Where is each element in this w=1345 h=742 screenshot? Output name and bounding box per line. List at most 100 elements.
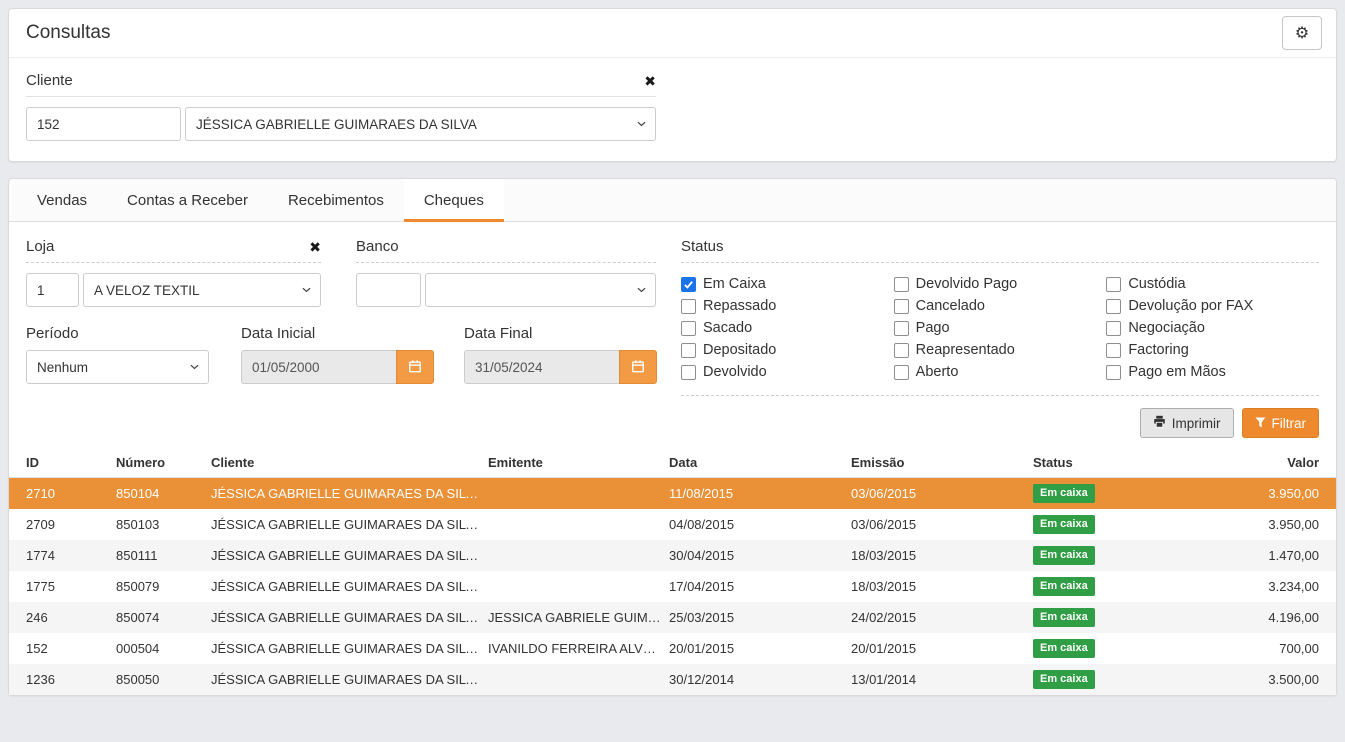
loja-select[interactable]: A VELOZ TEXTIL bbox=[83, 273, 321, 307]
client-clear-button[interactable]: ✖ bbox=[644, 74, 656, 88]
checkbox-unchecked-icon bbox=[894, 343, 909, 358]
cell-valor: 700,00 bbox=[1183, 641, 1319, 656]
status-option-cancelado[interactable]: Cancelado bbox=[894, 295, 1107, 317]
status-divider bbox=[681, 395, 1319, 396]
client-label: Cliente bbox=[26, 72, 73, 89]
imprimir-label: Imprimir bbox=[1172, 416, 1221, 431]
cell-emitente: IVANILDO FERREIRA ALVES FI... bbox=[488, 641, 669, 656]
status-option-aberto[interactable]: Aberto bbox=[894, 361, 1107, 383]
checkbox-unchecked-icon bbox=[894, 299, 909, 314]
cell-status: Em caixa bbox=[1033, 670, 1183, 688]
column-header-cliente: Cliente bbox=[211, 455, 488, 470]
client-filter-group: Cliente ✖ JÉSSICA GABRIELLE GUIMARAES DA… bbox=[26, 72, 656, 141]
cell-emitente: JESSICA GABRIELE GUIMARA... bbox=[488, 610, 669, 625]
settings-button[interactable]: ⚙ bbox=[1282, 16, 1322, 50]
cell-numero: 850050 bbox=[116, 672, 211, 687]
table-row[interactable]: 2709850103JÉSSICA GABRIELLE GUIMARAES DA… bbox=[9, 509, 1336, 540]
tab-contas-a-receber[interactable]: Contas a Receber bbox=[107, 179, 268, 222]
filter-funnel-icon bbox=[1255, 416, 1266, 431]
consultas-card: Consultas ⚙ Cliente ✖ JÉSSICA GABRIELLE … bbox=[8, 8, 1337, 162]
status-option-devolvido-pago[interactable]: Devolvido Pago bbox=[894, 273, 1107, 295]
imprimir-button[interactable]: Imprimir bbox=[1140, 408, 1234, 438]
status-option-negociacao[interactable]: Negociação bbox=[1106, 317, 1319, 339]
client-select[interactable]: JÉSSICA GABRIELLE GUIMARAES DA SILVA bbox=[185, 107, 656, 141]
status-filter-group: Status Em CaixaRepassadoSacadoDepositado… bbox=[681, 238, 1319, 396]
cell-valor: 3.950,00 bbox=[1183, 517, 1319, 532]
status-option-repassado[interactable]: Repassado bbox=[681, 295, 894, 317]
cell-status: Em caixa bbox=[1033, 639, 1183, 657]
status-badge: Em caixa bbox=[1033, 639, 1095, 657]
status-option-em-caixa[interactable]: Em Caixa bbox=[681, 273, 894, 295]
data-inicial-calendar-button[interactable] bbox=[396, 350, 434, 384]
banco-select[interactable] bbox=[425, 273, 656, 307]
status-option-custodia[interactable]: Custódia bbox=[1106, 273, 1319, 295]
loja-code-input[interactable] bbox=[26, 273, 79, 307]
client-section: Cliente ✖ JÉSSICA GABRIELLE GUIMARAES DA… bbox=[9, 58, 1336, 161]
tab-recebimentos[interactable]: Recebimentos bbox=[268, 179, 404, 222]
table-row[interactable]: 2710850104JÉSSICA GABRIELLE GUIMARAES DA… bbox=[9, 478, 1336, 509]
loja-clear-button[interactable]: ✖ bbox=[309, 240, 321, 254]
cell-cliente: JÉSSICA GABRIELLE GUIMARAES DA SILVA bbox=[211, 548, 488, 563]
status-option-label: Em Caixa bbox=[703, 276, 766, 292]
filters-section: Loja ✖ A VELOZ TEXTIL bbox=[9, 222, 1336, 438]
client-group-header: Cliente ✖ bbox=[26, 72, 656, 97]
card-header: Consultas ⚙ bbox=[9, 9, 1336, 58]
status-option-label: Depositado bbox=[703, 342, 776, 358]
clear-icon: ✖ bbox=[644, 73, 656, 89]
filters-left: Loja ✖ A VELOZ TEXTIL bbox=[26, 238, 656, 396]
cell-cliente: JÉSSICA GABRIELLE GUIMARAES DA SILVA bbox=[211, 486, 488, 501]
status-option-devolvido[interactable]: Devolvido bbox=[681, 361, 894, 383]
banco-label: Banco bbox=[356, 238, 399, 255]
status-badge: Em caixa bbox=[1033, 577, 1095, 595]
client-code-input[interactable] bbox=[26, 107, 181, 141]
tab-vendas[interactable]: Vendas bbox=[17, 179, 107, 222]
status-option-pago[interactable]: Pago bbox=[894, 317, 1107, 339]
loja-filter-group: Loja ✖ A VELOZ TEXTIL bbox=[26, 238, 321, 307]
status-option-depositado[interactable]: Depositado bbox=[681, 339, 894, 361]
cell-numero: 850074 bbox=[116, 610, 211, 625]
data-final-input[interactable] bbox=[464, 350, 619, 384]
cell-cliente: JÉSSICA GABRIELLE GUIMARAES DA SILVA bbox=[211, 641, 488, 656]
checkbox-unchecked-icon bbox=[681, 321, 696, 336]
cell-cliente: JÉSSICA GABRIELLE GUIMARAES DA SILVA bbox=[211, 579, 488, 594]
status-option-reapresentado[interactable]: Reapresentado bbox=[894, 339, 1107, 361]
status-option-label: Devolução por FAX bbox=[1128, 298, 1253, 314]
cell-valor: 3.950,00 bbox=[1183, 486, 1319, 501]
status-option-sacado[interactable]: Sacado bbox=[681, 317, 894, 339]
data-inicial-input[interactable] bbox=[241, 350, 396, 384]
status-badge: Em caixa bbox=[1033, 484, 1095, 502]
table-row[interactable]: 1775850079JÉSSICA GABRIELLE GUIMARAES DA… bbox=[9, 571, 1336, 602]
table-row[interactable]: 246850074JÉSSICA GABRIELLE GUIMARAES DA … bbox=[9, 602, 1336, 633]
cell-emissao: 18/03/2015 bbox=[851, 548, 1033, 563]
chevron-down-icon bbox=[302, 287, 311, 293]
table-row[interactable]: 1774850111JÉSSICA GABRIELLE GUIMARAES DA… bbox=[9, 540, 1336, 571]
banco-code-input[interactable] bbox=[356, 273, 421, 307]
status-option-devolucao-por-fax[interactable]: Devolução por FAX bbox=[1106, 295, 1319, 317]
table-row[interactable]: 1236850050JÉSSICA GABRIELLE GUIMARAES DA… bbox=[9, 664, 1336, 695]
status-badge: Em caixa bbox=[1033, 515, 1095, 533]
chevron-down-icon bbox=[637, 121, 646, 127]
cell-data: 30/12/2014 bbox=[669, 672, 851, 687]
status-option-label: Reapresentado bbox=[916, 342, 1015, 358]
column-header-numero: Número bbox=[116, 455, 211, 470]
periodo-select[interactable]: Nenhum bbox=[26, 350, 209, 384]
data-final-calendar-button[interactable] bbox=[619, 350, 657, 384]
table-row[interactable]: 152000504JÉSSICA GABRIELLE GUIMARAES DA … bbox=[9, 633, 1336, 664]
calendar-icon bbox=[631, 359, 645, 376]
cell-emissao: 24/02/2015 bbox=[851, 610, 1033, 625]
cell-id: 2709 bbox=[26, 517, 116, 532]
cell-numero: 850104 bbox=[116, 486, 211, 501]
status-option-label: Pago bbox=[916, 320, 950, 336]
status-checkbox-grid: Em Caixa RepassadoSacado Depositado Devolvi… bbox=[681, 273, 1319, 383]
results-card: VendasContas a ReceberRecebimentosCheque… bbox=[8, 178, 1337, 696]
loja-label: Loja bbox=[26, 238, 54, 255]
cell-valor: 3.234,00 bbox=[1183, 579, 1319, 594]
status-option-pago-em-maos[interactable]: Pago em Mãos bbox=[1106, 361, 1319, 383]
tab-cheques[interactable]: Cheques bbox=[404, 179, 504, 222]
cell-cliente: JÉSSICA GABRIELLE GUIMARAES DA SILVA bbox=[211, 610, 488, 625]
column-header-emissao: Emissão bbox=[851, 455, 1033, 470]
cell-data: 20/01/2015 bbox=[669, 641, 851, 656]
status-option-factoring[interactable]: Factoring bbox=[1106, 339, 1319, 361]
cell-id: 246 bbox=[26, 610, 116, 625]
filtrar-button[interactable]: Filtrar bbox=[1242, 408, 1320, 438]
